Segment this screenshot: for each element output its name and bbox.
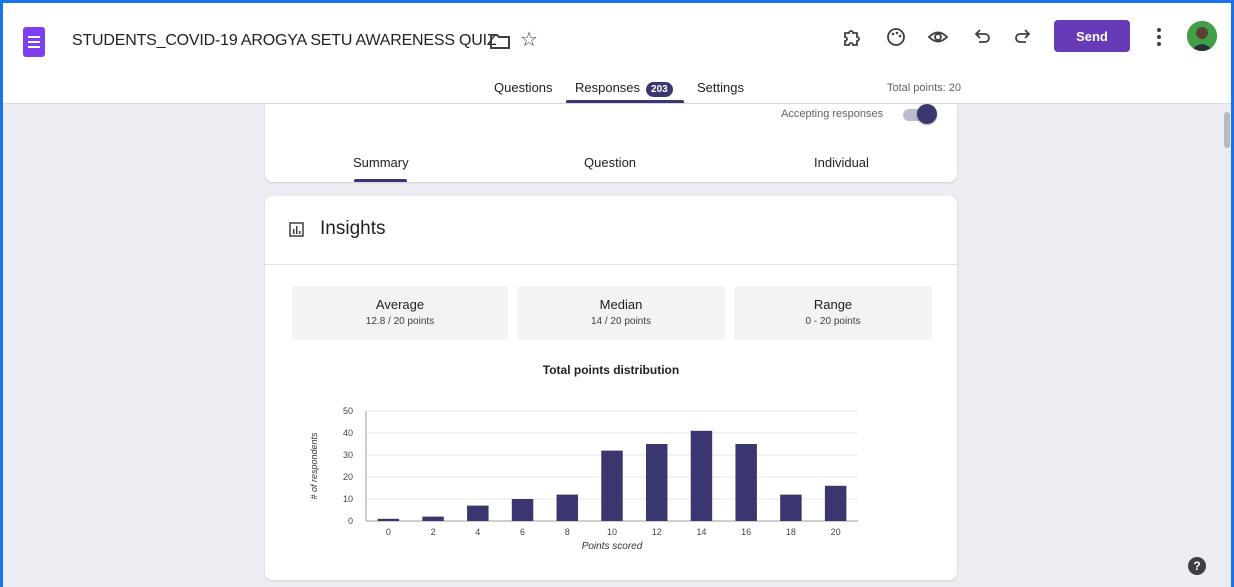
scrollbar-thumb[interactable] [1224, 112, 1230, 148]
stat-range-label: Range [813, 297, 853, 312]
y-tick-label: 40 [343, 428, 353, 438]
insights-chart-icon [289, 222, 304, 237]
stat-range-value: 0 - 20 points [805, 316, 861, 327]
responses-card: Accepting responses Summary Question Ind… [265, 104, 957, 182]
forms-app-icon[interactable] [23, 27, 45, 57]
x-tick-label: 6 [520, 527, 525, 537]
x-axis-title: Points scored [582, 541, 643, 552]
insights-card: Insights Average 12.8 / 20 points Median… [265, 196, 957, 580]
stat-median-value: 14 / 20 points [590, 316, 652, 327]
x-tick-label: 12 [652, 527, 662, 537]
tab-responses-label: Responses [575, 80, 641, 95]
x-tick-label: 4 [475, 527, 480, 537]
stat-range: Range 0 - 20 points [734, 286, 932, 340]
bar [824, 485, 847, 521]
x-tick-label: 0 [386, 527, 391, 537]
x-tick-label: 16 [741, 527, 751, 537]
bar [467, 505, 489, 521]
star-icon[interactable]: ☆ [520, 29, 538, 51]
y-tick-label: 50 [343, 406, 353, 416]
stat-average-value: 12.8 / 20 points [365, 316, 435, 327]
insights-title: Insights [320, 218, 386, 239]
subtab-question[interactable]: Question [584, 155, 636, 170]
tab-questions[interactable]: Questions [494, 80, 553, 95]
x-tick-label: 14 [696, 527, 706, 537]
y-tick-label: 10 [343, 494, 353, 504]
tab-settings[interactable]: Settings [697, 80, 744, 95]
stat-median-label: Median [599, 297, 643, 312]
y-tick-label: 0 [348, 516, 353, 526]
bar [735, 444, 757, 521]
app-header: STUDENTS_COVID-19 AROGYA SETU AWARENESS … [0, 0, 1234, 104]
x-tick-label: 2 [431, 527, 436, 537]
bar [556, 494, 579, 521]
help-icon[interactable]: ? [1188, 557, 1206, 575]
more-vert-icon[interactable] [1152, 25, 1166, 49]
x-tick-label: 10 [607, 527, 617, 537]
insights-divider [265, 264, 957, 265]
bar [377, 518, 400, 521]
y-tick-label: 20 [343, 472, 353, 482]
y-tick-label: 30 [343, 450, 353, 460]
total-points: Total points: 20 [887, 82, 961, 94]
bar [422, 516, 444, 521]
active-tab-indicator [566, 100, 684, 103]
bar [511, 499, 534, 521]
bar [690, 430, 713, 521]
preview-icon[interactable] [927, 26, 949, 48]
subtab-summary[interactable]: Summary [353, 155, 409, 170]
bar [601, 450, 623, 521]
points-distribution-chart: 0 10 20 30 40 50 0 2 4 6 8 10 12 14 16 18 20 Points score… [309, 406, 858, 552]
y-axis-title: # of respondents [309, 432, 319, 500]
palette-icon[interactable] [885, 26, 907, 48]
active-subtab-indicator [354, 179, 407, 182]
chart-title: Total points distribution [542, 363, 680, 377]
avatar[interactable] [1187, 21, 1217, 51]
stat-median: Median 14 / 20 points [517, 286, 725, 340]
bar [645, 444, 668, 521]
x-tick-label: 18 [786, 527, 796, 537]
folder-icon[interactable] [489, 31, 511, 51]
addon-icon[interactable] [841, 26, 863, 48]
accepting-responses-label: Accepting responses [781, 108, 884, 120]
undo-icon[interactable] [971, 26, 993, 48]
responses-count-badge: 203 [646, 82, 673, 97]
bar [780, 494, 802, 521]
stat-average-label: Average [375, 297, 425, 312]
subtab-individual[interactable]: Individual [814, 155, 869, 170]
tab-responses[interactable]: Responses 203 [575, 80, 673, 97]
toggle-knob [917, 104, 937, 124]
document-title[interactable]: STUDENTS_COVID-19 AROGYA SETU AWARENESS … [72, 32, 497, 50]
redo-icon[interactable] [1012, 26, 1034, 48]
send-button[interactable]: Send [1054, 20, 1130, 52]
x-tick-label: 20 [831, 527, 841, 537]
stat-average: Average 12.8 / 20 points [292, 286, 508, 340]
x-tick-label: 8 [565, 527, 570, 537]
